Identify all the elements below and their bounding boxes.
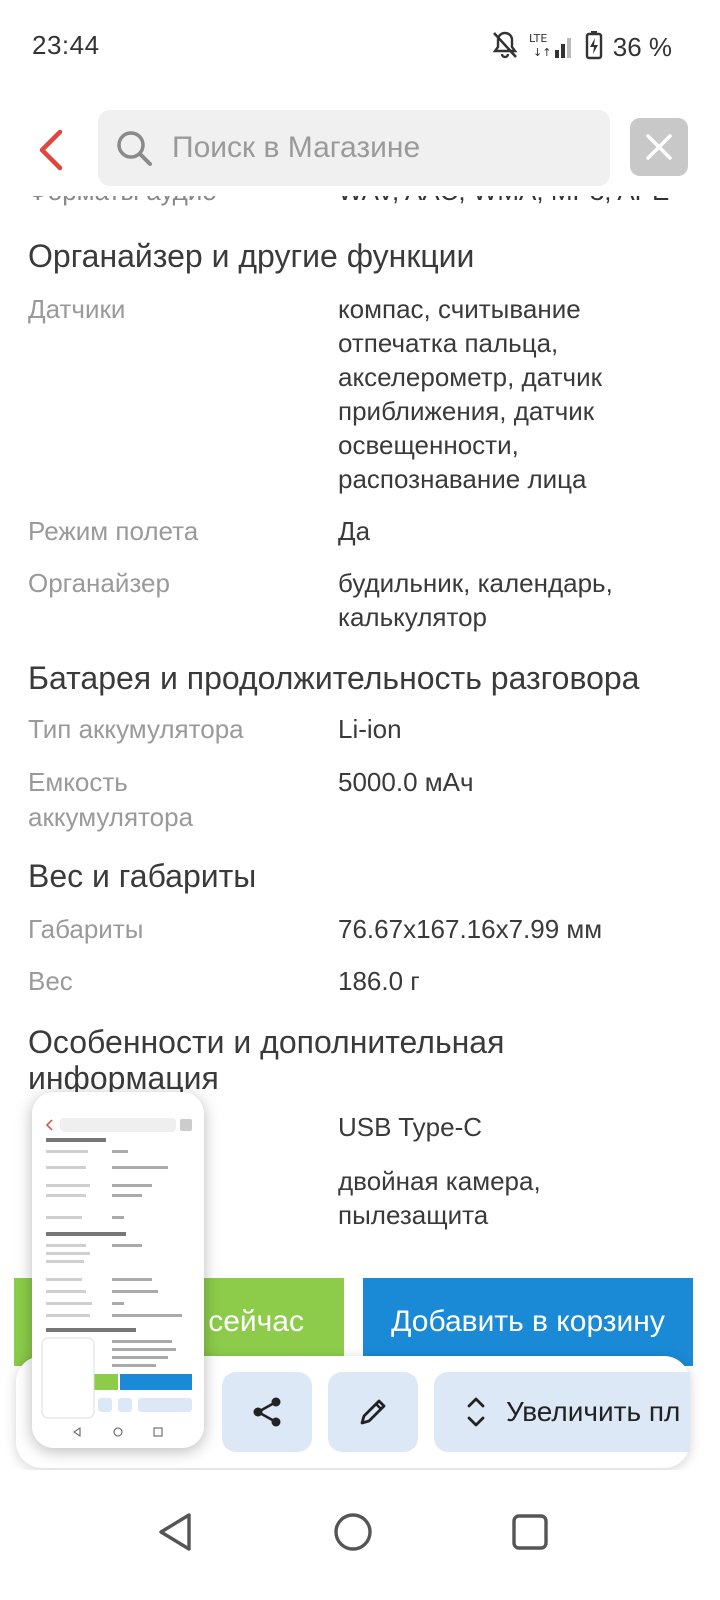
spec-value: будильник, календарь, калькулятор	[338, 568, 613, 632]
spec-key: Датчики	[28, 294, 126, 324]
spec-key: Режим полета	[28, 516, 199, 546]
back-button[interactable]	[30, 124, 74, 176]
spec-key: Вес	[28, 966, 73, 996]
share-button[interactable]	[222, 1372, 312, 1452]
nav-recents-button[interactable]	[498, 1500, 562, 1564]
status-icons: LTE ↓↑ 36 %	[491, 30, 672, 65]
spec-value: 76.67x167.16x7.99 мм	[338, 914, 603, 944]
mute-bell-icon	[491, 30, 519, 65]
search-icon	[117, 131, 152, 166]
close-icon	[646, 134, 672, 160]
spec-value: Да	[338, 516, 371, 546]
section-title-features: Особенности и дополнительная информация	[28, 1024, 505, 1096]
search-box[interactable]	[98, 110, 610, 186]
clear-search-button[interactable]	[630, 118, 688, 176]
nav-recents-icon	[512, 1514, 548, 1550]
network-label: LTE	[529, 32, 547, 45]
screenshot-thumbnail[interactable]	[32, 1092, 204, 1448]
spec-value: 5000.0 мАч	[338, 767, 474, 797]
spec-value: компас, считывание отпечатка пальца, акс…	[338, 294, 602, 494]
spec-key: Емкость аккумулятора	[28, 767, 194, 832]
scroll-capture-button[interactable]: Увеличить пл	[434, 1372, 690, 1452]
battery-charging-icon	[585, 30, 603, 65]
section-title-organizer: Органайзер и другие функции	[28, 238, 475, 274]
spec-key: Органайзер	[28, 568, 170, 598]
nav-home-icon	[334, 1513, 372, 1551]
search-header	[0, 100, 720, 196]
pencil-icon	[360, 1399, 386, 1425]
nav-back-icon	[159, 1513, 191, 1551]
search-input[interactable]	[172, 131, 572, 165]
spec-value: Li-ion	[338, 714, 402, 744]
section-title-battery: Батарея и продолжительность разговора	[28, 660, 640, 696]
share-icon	[253, 1397, 281, 1427]
add-to-cart-label: Добавить в корзину	[391, 1305, 665, 1338]
buy-now-label: сейчас	[208, 1305, 304, 1338]
edit-button[interactable]	[328, 1372, 418, 1452]
spec-key: Тип аккумулятора	[28, 714, 244, 744]
spec-key: Габариты	[28, 914, 144, 944]
add-to-cart-button[interactable]: Добавить в корзину	[363, 1278, 693, 1366]
lte-signal-icon: LTE ↓↑	[529, 30, 575, 65]
battery-percent: 36 %	[612, 32, 672, 62]
back-arrow-icon	[39, 129, 63, 171]
expand-vertical-icon	[467, 1397, 485, 1427]
spec-value: двойная камера, пылезащита	[338, 1166, 541, 1230]
spec-value: 186.0 г	[338, 966, 420, 996]
nav-back-button[interactable]	[144, 1500, 208, 1564]
nav-home-button[interactable]	[321, 1500, 385, 1564]
svg-text:↓↑: ↓↑	[533, 46, 551, 59]
section-title-weight: Вес и габариты	[28, 858, 257, 894]
scroll-capture-label: Увеличить пл	[506, 1396, 681, 1427]
thumbnail-image	[32, 1092, 204, 1448]
navigation-bar	[0, 1470, 720, 1600]
status-time: 23:44	[32, 30, 100, 60]
spec-value: USB Type-C	[338, 1112, 483, 1142]
status-bar: 23:44 LTE ↓↑ 36 %	[0, 0, 720, 96]
